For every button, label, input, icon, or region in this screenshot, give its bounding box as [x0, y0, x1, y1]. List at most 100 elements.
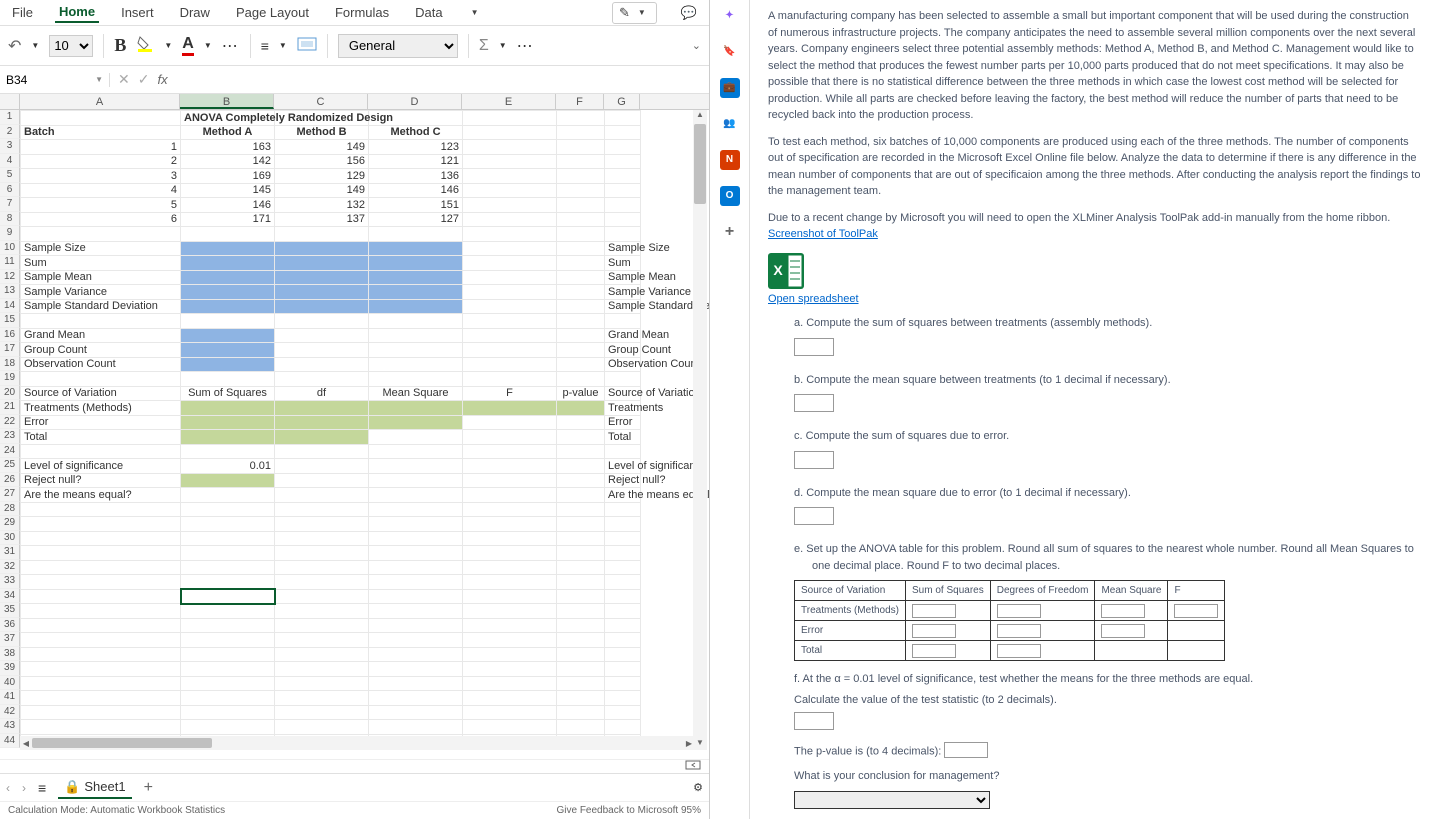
cell-E21[interactable] [463, 401, 557, 416]
anova-treat-f[interactable] [1174, 604, 1218, 618]
cell-G34[interactable] [605, 589, 641, 604]
cell-D20[interactable]: Mean Square [369, 386, 463, 401]
cell-A33[interactable] [21, 575, 181, 590]
cell-F40[interactable] [557, 676, 605, 691]
cell-G17[interactable]: Group Count [605, 343, 641, 358]
row-header-33[interactable]: 33 [0, 574, 20, 589]
cell-F16[interactable] [557, 328, 605, 343]
cell-C30[interactable] [275, 531, 369, 546]
cell-C28[interactable] [275, 502, 369, 517]
cell-G29[interactable] [605, 517, 641, 532]
formula-bar-input[interactable] [176, 72, 701, 87]
all-sheets-button[interactable]: ≡ [38, 780, 46, 796]
cell-C4[interactable]: 156 [275, 154, 369, 169]
cell-G32[interactable] [605, 560, 641, 575]
cell-E16[interactable] [463, 328, 557, 343]
col-header-D[interactable]: D [368, 94, 462, 109]
sheet-tab-sheet1[interactable]: 🔒 Sheet1 [58, 777, 131, 799]
cell-F15[interactable] [557, 314, 605, 329]
cell-F32[interactable] [557, 560, 605, 575]
cell-C9[interactable] [275, 227, 369, 242]
cell-B40[interactable] [181, 676, 275, 691]
cell-A27[interactable]: Are the means equal? [21, 488, 181, 503]
cell-E11[interactable] [463, 256, 557, 271]
cell-F36[interactable] [557, 618, 605, 633]
cell-F8[interactable] [557, 212, 605, 227]
cell-G10[interactable]: Sample Size [605, 241, 641, 256]
col-header-C[interactable]: C [274, 94, 368, 109]
cell-D16[interactable] [369, 328, 463, 343]
cell-F38[interactable] [557, 647, 605, 662]
cell-B10[interactable] [181, 241, 275, 256]
cell-E5[interactable] [463, 169, 557, 184]
add-sheet-button[interactable]: + [144, 779, 153, 797]
cell-B8[interactable]: 171 [181, 212, 275, 227]
cell-G3[interactable] [605, 140, 641, 155]
cell-F9[interactable] [557, 227, 605, 242]
font-size-select[interactable]: 10 [49, 35, 93, 57]
cell-B36[interactable] [181, 618, 275, 633]
row-header-25[interactable]: 25 [0, 458, 20, 473]
number-format-select[interactable]: General [338, 34, 458, 58]
cell-B3[interactable]: 163 [181, 140, 275, 155]
ribbon-expand-icon[interactable]: ⌄ [692, 39, 701, 52]
cell-C24[interactable] [275, 444, 369, 459]
scroll-left-arrow[interactable]: ◀ [20, 739, 32, 748]
office-icon[interactable]: N [720, 150, 740, 170]
cell-F42[interactable] [557, 705, 605, 720]
cell-C19[interactable] [275, 372, 369, 387]
cell-D32[interactable] [369, 560, 463, 575]
cell-C10[interactable] [275, 241, 369, 256]
cell-F11[interactable] [557, 256, 605, 271]
cell-E32[interactable] [463, 560, 557, 575]
anova-err-ss[interactable] [912, 624, 956, 638]
cell-E39[interactable] [463, 662, 557, 677]
cell-A28[interactable] [21, 502, 181, 517]
cell-D36[interactable] [369, 618, 463, 633]
row-header-4[interactable]: 4 [0, 154, 20, 169]
cell-E23[interactable] [463, 430, 557, 445]
row-header-28[interactable]: 28 [0, 502, 20, 517]
cell-A4[interactable]: 2 [21, 154, 181, 169]
cell-E33[interactable] [463, 575, 557, 590]
cell-C15[interactable] [275, 314, 369, 329]
more-tabs-dropdown[interactable]: ▼ [467, 6, 483, 19]
cell-E27[interactable] [463, 488, 557, 503]
undo-dropdown[interactable]: ▼ [31, 41, 39, 50]
cell-B24[interactable] [181, 444, 275, 459]
sheet-nav-next[interactable]: › [22, 781, 26, 795]
scroll-down-arrow[interactable]: ▼ [694, 738, 706, 750]
anova-treat-ss[interactable] [912, 604, 956, 618]
cell-A21[interactable]: Treatments (Methods) [21, 401, 181, 416]
row-header-27[interactable]: 27 [0, 487, 20, 502]
cell-B27[interactable] [181, 488, 275, 503]
scroll-up-arrow[interactable]: ▲ [694, 110, 706, 122]
cell-A26[interactable]: Reject null? [21, 473, 181, 488]
cell-D6[interactable]: 146 [369, 183, 463, 198]
row-header-24[interactable]: 24 [0, 444, 20, 459]
cell-B14[interactable] [181, 299, 275, 314]
fill-color-dropdown[interactable]: ▼ [164, 41, 172, 50]
outlook-icon[interactable]: O [720, 186, 740, 206]
cell-A14[interactable]: Sample Standard Deviation [21, 299, 181, 314]
cell-E4[interactable] [463, 154, 557, 169]
cell-D26[interactable] [369, 473, 463, 488]
cell-E34[interactable] [463, 589, 557, 604]
cell-A8[interactable]: 6 [21, 212, 181, 227]
cell-D27[interactable] [369, 488, 463, 503]
cell-C35[interactable] [275, 604, 369, 619]
cell-A9[interactable] [21, 227, 181, 242]
cell-D28[interactable] [369, 502, 463, 517]
conclusion-select[interactable] [794, 791, 990, 809]
cell-C5[interactable]: 129 [275, 169, 369, 184]
anova-treat-ms[interactable] [1101, 604, 1145, 618]
cell-C33[interactable] [275, 575, 369, 590]
cell-C31[interactable] [275, 546, 369, 561]
cell-C3[interactable]: 149 [275, 140, 369, 155]
cell-B43[interactable] [181, 720, 275, 735]
cell-G25[interactable]: Level of significance [605, 459, 641, 474]
row-header-40[interactable]: 40 [0, 676, 20, 691]
row-header-22[interactable]: 22 [0, 415, 20, 430]
row-header-36[interactable]: 36 [0, 618, 20, 633]
col-header-A[interactable]: A [20, 94, 180, 109]
